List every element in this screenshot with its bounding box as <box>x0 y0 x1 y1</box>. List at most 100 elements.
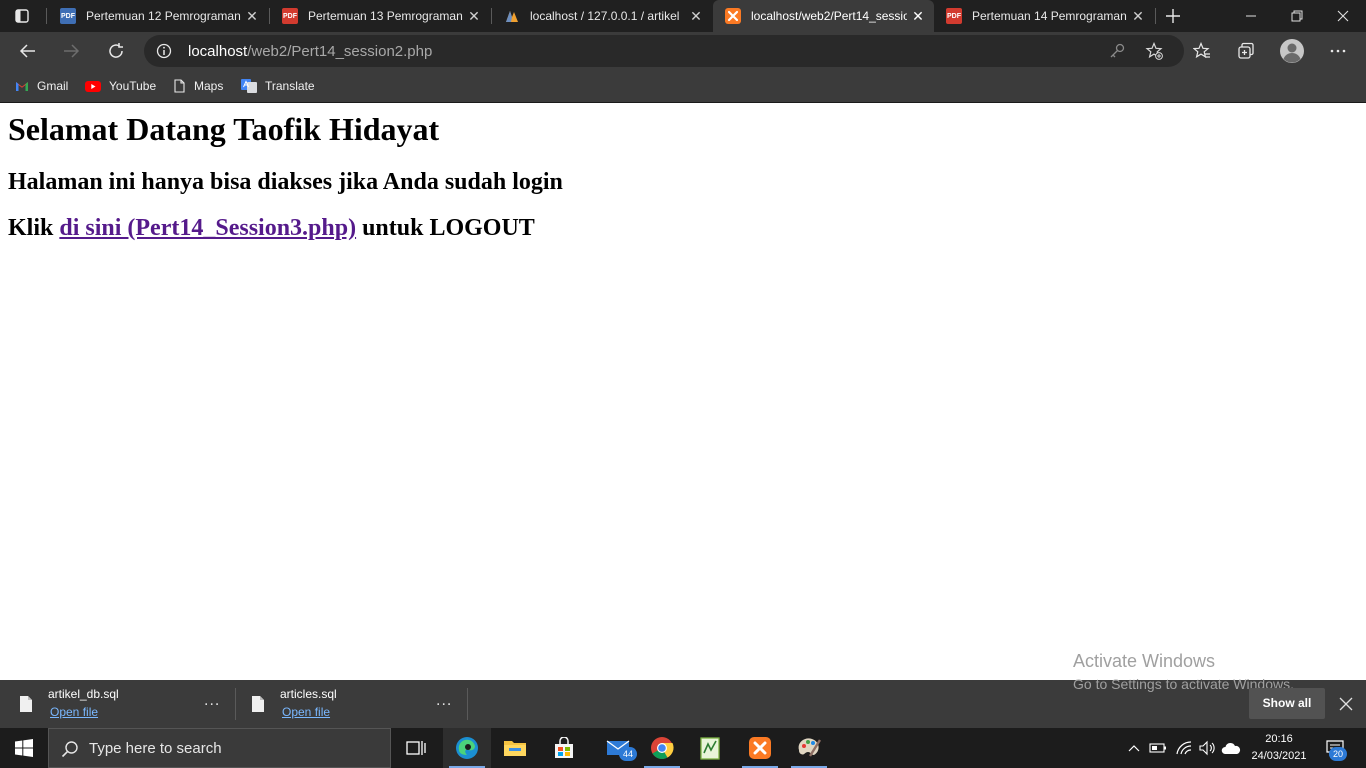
open-file-link[interactable]: Open file <box>282 705 330 719</box>
add-favorite-icon[interactable] <box>1145 41 1163 60</box>
download-options-icon[interactable]: ... <box>436 692 452 710</box>
restore-icon[interactable] <box>1274 0 1320 32</box>
bookmark-label: Maps <box>194 79 224 93</box>
system-clock[interactable]: 20:16 24/03/2021 <box>1244 731 1314 765</box>
tab-strip: PDF Pertemuan 12 Pemrograman ✕ PDF Perte… <box>0 0 1366 32</box>
mail-icon[interactable]: 44 <box>594 728 642 768</box>
favorites-icon[interactable] <box>1187 36 1217 66</box>
tab-pertemuan-13[interactable]: PDF Pertemuan 13 Pemrograman ✕ <box>270 0 490 32</box>
clock-date: 24/03/2021 <box>1251 750 1307 762</box>
file-explorer-icon[interactable] <box>491 728 539 768</box>
key-icon[interactable] <box>1108 42 1126 60</box>
bookmark-translate[interactable]: Translate <box>241 76 315 96</box>
chrome-icon[interactable] <box>638 728 686 768</box>
logout-prefix: Klik <box>8 215 54 241</box>
paint-icon[interactable] <box>785 728 833 768</box>
close-tab-icon[interactable]: ✕ <box>688 8 704 24</box>
download-separator <box>467 688 468 720</box>
tab-actions-icon[interactable] <box>14 8 30 24</box>
bookmark-gmail[interactable]: Gmail <box>15 76 68 96</box>
close-tab-icon[interactable]: ✕ <box>244 8 260 24</box>
refresh-icon[interactable] <box>101 36 131 66</box>
tab-title: localhost/web2/Pert14_session <box>751 9 907 23</box>
wifi-icon[interactable] <box>1173 728 1195 768</box>
new-tab-icon[interactable] <box>1163 6 1183 26</box>
welcome-heading: Selamat Datang Taofik Hidayat <box>8 111 440 147</box>
gmail-icon <box>16 82 28 91</box>
notification-badge: 20 <box>1329 747 1347 761</box>
show-hidden-icons[interactable] <box>1125 728 1143 768</box>
file-icon <box>252 696 264 712</box>
download-item[interactable]: articles.sql Open file ... <box>252 680 466 728</box>
logout-link[interactable]: di sini (Pert14_Session3.php) <box>59 215 356 241</box>
notepad-plus-icon[interactable] <box>686 728 734 768</box>
tab-phpmyadmin[interactable]: localhost / 127.0.0.1 / artikel ✕ <box>492 0 712 32</box>
tab-pertemuan-14[interactable]: PDF Pertemuan 14 Pemrograman ✕ <box>934 0 1154 32</box>
download-filename: artikel_db.sql <box>48 687 119 701</box>
tab-title: Pertemuan 13 Pemrograman <box>308 9 463 23</box>
windows-start-icon[interactable] <box>0 728 48 768</box>
edge-taskbar-icon[interactable] <box>443 728 491 768</box>
close-tab-icon[interactable]: ✕ <box>1130 8 1146 24</box>
close-window-icon[interactable] <box>1320 0 1366 32</box>
search-icon <box>61 741 78 758</box>
taskbar-search[interactable]: Type here to search <box>48 728 391 768</box>
logout-suffix: untuk LOGOUT <box>362 215 535 241</box>
browser-toolbar: localhost/web2/Pert14_session2.php <box>0 32 1366 70</box>
close-tab-icon[interactable]: ✕ <box>466 8 482 24</box>
bookmark-maps[interactable]: Maps <box>172 76 223 96</box>
collections-icon[interactable] <box>1231 36 1261 66</box>
bookmark-label: Translate <box>265 79 315 93</box>
download-options-icon[interactable]: ... <box>204 692 220 710</box>
login-notice: Halaman ini hanya bisa diakses jika Anda… <box>8 169 563 195</box>
page-icon <box>174 79 185 93</box>
clock-time: 20:16 <box>1265 733 1293 745</box>
pdf-icon: PDF <box>946 8 962 24</box>
xampp-icon <box>725 8 741 24</box>
download-separator <box>235 688 236 720</box>
page-content: Selamat Datang Taofik Hidayat Halaman in… <box>0 103 1366 680</box>
tab-title: localhost / 127.0.0.1 / artikel <box>530 9 680 23</box>
show-all-button[interactable]: Show all <box>1249 688 1325 719</box>
download-bar: artikel_db.sql Open file ... articles.sq… <box>0 676 1366 728</box>
task-view-icon[interactable] <box>392 728 440 768</box>
search-placeholder: Type here to search <box>89 740 222 757</box>
tab-separator <box>46 8 47 24</box>
pdf-icon: PDF <box>60 8 76 24</box>
tab-title: Pertemuan 12 Pemrograman <box>86 9 241 23</box>
download-filename: articles.sql <box>280 687 337 701</box>
url-path: /web2/Pert14_session2.php <box>247 43 433 60</box>
address-bar[interactable]: localhost/web2/Pert14_session2.php <box>144 35 1184 67</box>
url-text: localhost/web2/Pert14_session2.php <box>188 43 432 60</box>
onedrive-icon[interactable] <box>1219 728 1243 768</box>
phpmyadmin-icon <box>504 8 520 24</box>
url-host: localhost <box>188 43 248 60</box>
taskbar: Type here to search 44 20:16 24/03/2021 … <box>0 728 1366 768</box>
bookmark-youtube[interactable]: YouTube <box>85 76 156 96</box>
close-tab-icon[interactable]: ✕ <box>910 8 926 24</box>
xampp-taskbar-icon[interactable] <box>736 728 784 768</box>
mail-badge: 44 <box>619 747 637 761</box>
tab-pertemuan-12[interactable]: PDF Pertemuan 12 Pemrograman ✕ <box>48 0 268 32</box>
tab-title: Pertemuan 14 Pemrograman <box>972 9 1127 23</box>
bookmarks-bar: Gmail YouTube Maps Translate <box>0 70 1366 103</box>
minimize-icon[interactable] <box>1228 0 1274 32</box>
bookmark-label: YouTube <box>109 79 157 93</box>
microsoft-store-icon[interactable] <box>540 728 588 768</box>
battery-icon[interactable] <box>1147 728 1169 768</box>
back-icon[interactable] <box>13 36 43 66</box>
file-icon <box>20 696 32 712</box>
more-menu-icon[interactable] <box>1323 36 1353 66</box>
info-icon[interactable] <box>156 43 172 59</box>
open-file-link[interactable]: Open file <box>50 705 98 719</box>
volume-icon[interactable] <box>1196 728 1218 768</box>
forward-icon[interactable] <box>56 36 86 66</box>
pdf-icon: PDF <box>282 8 298 24</box>
download-item[interactable]: artikel_db.sql Open file ... <box>20 680 234 728</box>
close-download-bar-icon[interactable] <box>1336 694 1356 714</box>
tab-session2[interactable]: localhost/web2/Pert14_session ✕ <box>713 0 934 32</box>
bookmark-label: Gmail <box>37 79 69 93</box>
tab-separator <box>1155 8 1156 24</box>
profile-avatar[interactable] <box>1277 36 1307 66</box>
logout-line: Klik di sini (Pert14_Session3.php) untuk… <box>8 215 535 242</box>
